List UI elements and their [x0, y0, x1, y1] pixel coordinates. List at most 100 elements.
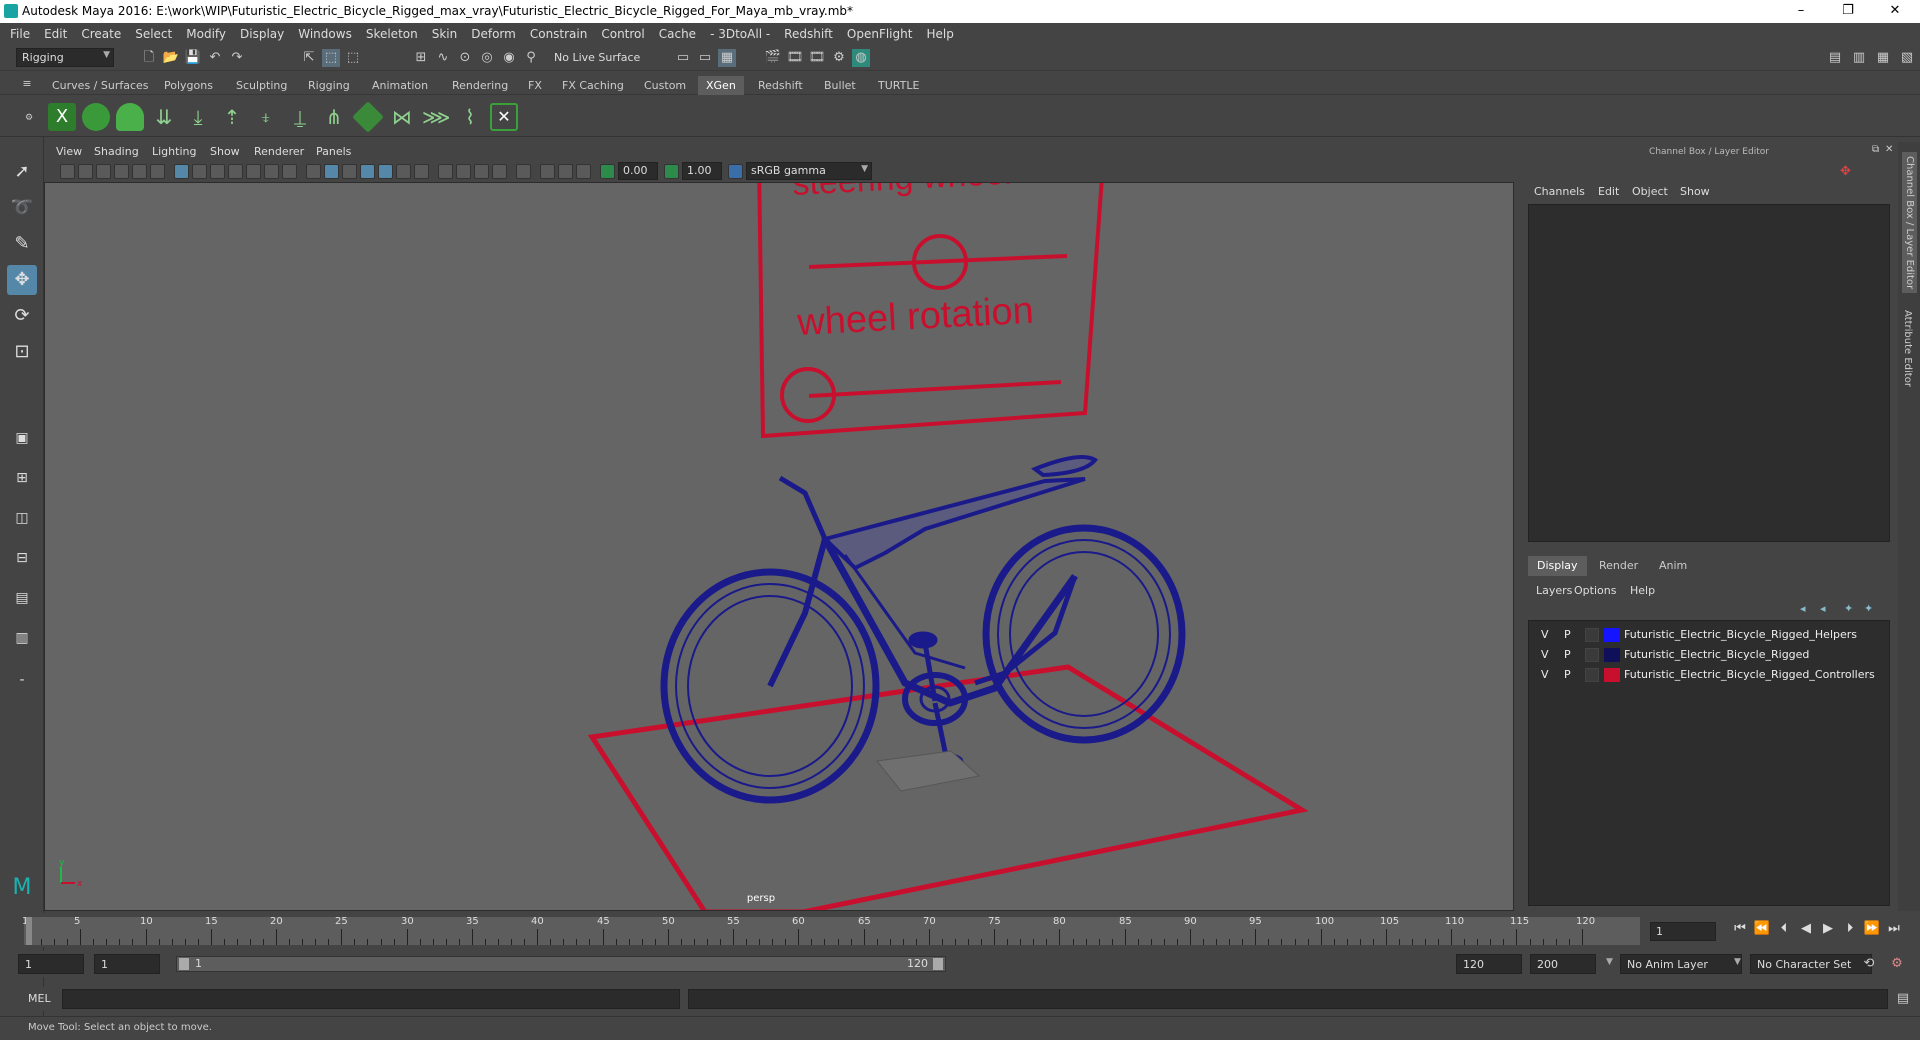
new-scene-icon[interactable]: 🗋 [140, 49, 158, 67]
xgen-create-description-icon[interactable] [116, 103, 144, 131]
move-tool-icon[interactable]: ✥ [7, 265, 37, 295]
step-back-icon[interactable]: ⏪ [1752, 921, 1772, 939]
rotate-tool-icon[interactable]: ⟳ [7, 301, 37, 331]
menu-display[interactable]: Display [240, 27, 284, 41]
layer-display-type[interactable] [1585, 648, 1599, 662]
go-to-end-icon[interactable]: ⏭ [1884, 921, 1904, 939]
le-menu-layers[interactable]: Layers [1536, 584, 1572, 597]
playback-start-field[interactable]: 1 [94, 954, 160, 974]
isolate-select-icon[interactable] [516, 164, 531, 179]
animation-end-field[interactable]: 200 [1530, 954, 1596, 974]
create-layer-from-selected-icon[interactable]: ✦ [1864, 602, 1873, 615]
layer-visibility-toggle[interactable]: V [1541, 668, 1549, 681]
layer-color-swatch[interactable] [1604, 668, 1620, 682]
persp-outliner-icon[interactable]: ▤ [7, 583, 37, 613]
move-layer-down-icon[interactable]: ◂ [1820, 602, 1826, 615]
command-input[interactable] [62, 989, 680, 1009]
menu-edit[interactable]: Edit [44, 27, 67, 41]
xray-joints-icon[interactable] [558, 164, 573, 179]
side-tab-attribute-editor[interactable]: Attribute Editor [1902, 310, 1913, 387]
image-plane-icon[interactable] [114, 164, 129, 179]
shelf-tab-sculpting[interactable]: Sculpting [228, 76, 295, 95]
snap-surface-icon[interactable]: ◉ [500, 49, 518, 67]
modeling-toolkit-icon[interactable]: ▤ [1826, 49, 1844, 67]
step-back-key-icon[interactable]: ⏴ [1774, 921, 1794, 939]
panel-menu-view[interactable]: View [56, 145, 82, 158]
layer-color-swatch[interactable] [1604, 628, 1620, 642]
construction-history-icon[interactable]: ▦ [718, 49, 736, 67]
menu-select[interactable]: Select [135, 27, 172, 41]
bookmark-icon[interactable] [96, 164, 111, 179]
time-slider[interactable]: 1510152025303540455055606570758085909510… [0, 913, 1920, 947]
render-settings-icon[interactable]: ⚙ [830, 49, 848, 67]
menu-control[interactable]: Control [601, 27, 644, 41]
menu-3dtoall[interactable]: - 3DtoAll - [710, 27, 770, 41]
layer-display-type[interactable] [1585, 668, 1599, 682]
current-time-marker[interactable] [26, 917, 32, 945]
undock-icon[interactable]: ⧉ [1872, 144, 1879, 155]
step-forward-key-icon[interactable]: ⏵ [1840, 921, 1860, 939]
anti-aliasing-icon[interactable] [474, 164, 489, 179]
select-hierarchy-icon[interactable]: ⇱ [300, 49, 318, 67]
safe-action-icon[interactable] [264, 164, 279, 179]
layer-tab-render[interactable]: Render [1590, 556, 1647, 576]
go-to-start-icon[interactable]: ⏮ [1730, 921, 1750, 939]
step-forward-icon[interactable]: ⏩ [1862, 921, 1882, 939]
gamma-field[interactable]: 1.00 [682, 162, 722, 180]
menu-modify[interactable]: Modify [186, 27, 226, 41]
shelf-tab-curves[interactable]: Curves / Surfaces [44, 76, 157, 95]
bicycle-model[interactable] [660, 455, 1186, 804]
safe-title-icon[interactable] [282, 164, 297, 179]
range-end-handle[interactable] [933, 958, 943, 970]
shelf-options-icon[interactable]: ⚙ [20, 109, 38, 127]
xgen-rebuild-guide-icon[interactable]: ⍖ [252, 103, 280, 131]
script-language-label[interactable]: MEL [28, 992, 51, 1005]
layer-visibility-toggle[interactable]: V [1541, 628, 1549, 641]
shelf-menu-icon[interactable]: ≡ [18, 75, 36, 93]
layer-tab-display[interactable]: Display [1528, 556, 1587, 576]
gamma-icon[interactable] [664, 164, 679, 179]
color-space-dropdown[interactable]: sRGB gamma ▼ [746, 162, 872, 180]
redo-icon[interactable]: ↷ [228, 49, 246, 67]
panel-menu-shading[interactable]: Shading [94, 145, 139, 158]
undo-icon[interactable]: ↶ [206, 49, 224, 67]
channel-list[interactable] [1528, 204, 1890, 542]
xgen-comb-icon[interactable]: ⋙ [422, 103, 450, 131]
snap-view-icon[interactable]: ◎ [478, 49, 496, 67]
menu-deform[interactable]: Deform [471, 27, 516, 41]
auto-key-icon[interactable]: ⟲ [1860, 955, 1878, 973]
menu-constrain[interactable]: Constrain [530, 27, 588, 41]
range-slider-bar[interactable]: 1 120 [176, 956, 946, 972]
panel-close-icon[interactable]: ✕ [1885, 144, 1893, 155]
le-menu-options[interactable]: Options [1574, 584, 1616, 597]
color-management-icon[interactable] [728, 164, 743, 179]
chevron-down-icon[interactable]: ▼ [1606, 957, 1613, 967]
layer-row[interactable]: V P Futuristic_Electric_Bicycle_Rigged_H… [1529, 625, 1889, 645]
wireframe-on-shaded-icon[interactable] [360, 164, 375, 179]
xgen-layer-icon[interactable] [352, 101, 384, 133]
lasso-tool-icon[interactable]: ➰ [7, 193, 37, 223]
persp-graph-icon[interactable]: ▥ [7, 623, 37, 653]
time-slider-track[interactable]: 1510152025303540455055606570758085909510… [22, 916, 1640, 945]
panel-menu-panels[interactable]: Panels [316, 145, 351, 158]
layer-name[interactable]: Futuristic_Electric_Bicycle_Rigged_Contr… [1624, 668, 1875, 681]
select-tool-icon[interactable]: ➚ [7, 157, 37, 187]
two-pane-vertical-icon[interactable]: ◫ [7, 503, 37, 533]
minimize-button[interactable]: – [1778, 0, 1824, 23]
menu-openflight[interactable]: OpenFlight [847, 27, 913, 41]
menu-windows[interactable]: Windows [298, 27, 352, 41]
paint-select-tool-icon[interactable]: ✎ [7, 229, 37, 259]
layer-playback-toggle[interactable]: P [1564, 668, 1571, 681]
cb-menu-channels[interactable]: Channels [1534, 185, 1585, 198]
hypershade-icon[interactable]: ◍ [852, 49, 870, 67]
layer-name[interactable]: Futuristic_Electric_Bicycle_Rigged_Helpe… [1624, 628, 1857, 641]
camera-select-icon[interactable] [60, 164, 75, 179]
menuset-dropdown[interactable]: Rigging ▼ [16, 48, 114, 67]
wireframe-icon[interactable] [306, 164, 321, 179]
restore-button[interactable]: ❐ [1825, 0, 1871, 23]
move-layer-up-icon[interactable]: ◂ [1800, 602, 1806, 615]
single-pane-icon[interactable]: ▣ [7, 423, 37, 453]
snap-grid-icon[interactable]: ⊞ [412, 49, 430, 67]
layer-name[interactable]: Futuristic_Electric_Bicycle_Rigged [1624, 648, 1809, 661]
shelf-tab-rendering[interactable]: Rendering [444, 76, 516, 95]
